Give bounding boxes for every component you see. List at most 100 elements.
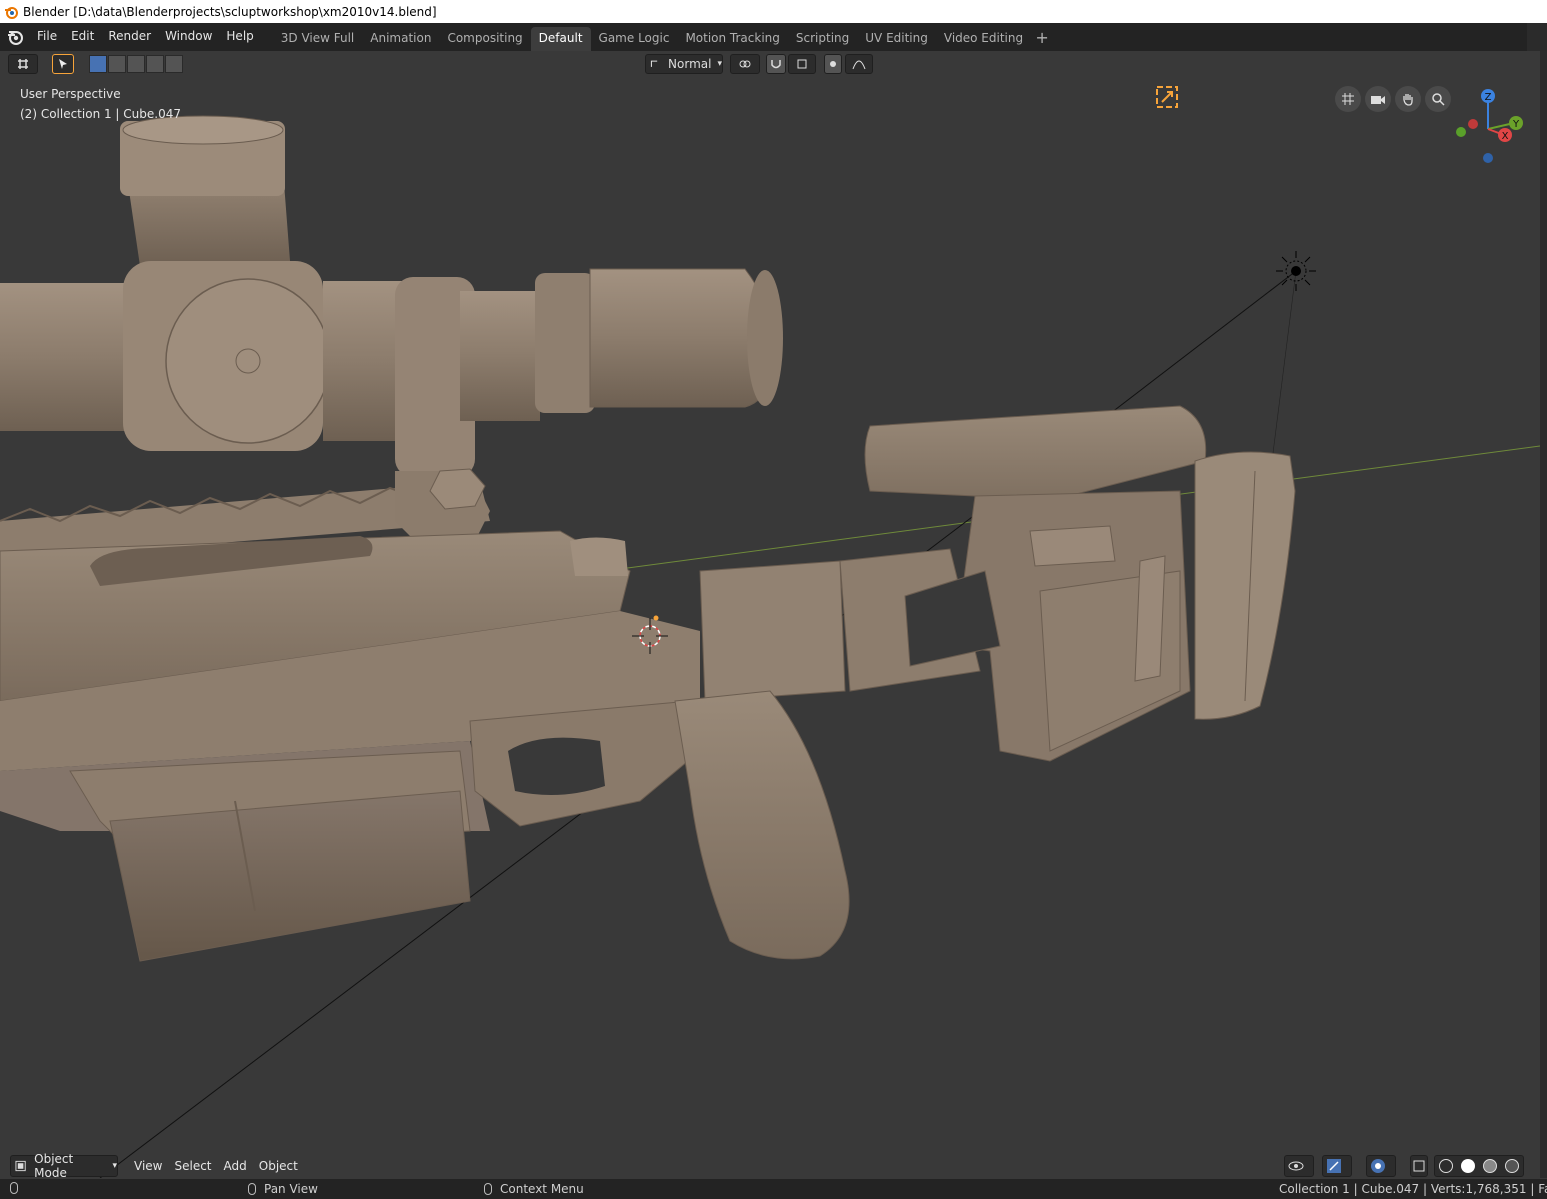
visibility-button[interactable] (1284, 1155, 1314, 1177)
menu-file[interactable]: File (30, 23, 64, 51)
tab-3d-view-full[interactable]: 3D View Full (273, 27, 363, 51)
orientation-icon (650, 60, 658, 67)
toggle-camera-icon (1156, 86, 1178, 108)
tab-scripting[interactable]: Scripting (788, 27, 857, 51)
gizmo-toggle-button[interactable] (1322, 1155, 1352, 1177)
tab-animation[interactable]: Animation (362, 27, 439, 51)
pan-hint: Pan View (248, 1182, 318, 1196)
tab-compositing[interactable]: Compositing (439, 27, 530, 51)
svg-text:X: X (1502, 131, 1509, 142)
rendered-shading-icon[interactable] (1505, 1159, 1519, 1173)
snap-target-button[interactable] (788, 54, 816, 74)
gizmo-neg-x-icon (1468, 119, 1478, 129)
magnifier-icon (1432, 93, 1445, 106)
proportional-edit-icon (830, 61, 836, 67)
tab-uv-editing[interactable]: UV Editing (857, 27, 936, 51)
material-shading-icon[interactable] (1483, 1159, 1497, 1173)
transform-orientation-dropdown[interactable]: Normal ▾ (645, 54, 723, 74)
grid-icon (1342, 93, 1354, 105)
falloff-button[interactable] (845, 54, 873, 74)
toggle-grid-view-button[interactable] (1335, 86, 1361, 112)
shading-mode-buttons (1434, 1155, 1524, 1177)
select-menu[interactable]: Select (168, 1155, 217, 1177)
svg-text:Y: Y (1512, 119, 1520, 130)
title-bar: Blender [D:\data\Blenderprojects\scluptw… (0, 0, 1547, 23)
tab-game-logic[interactable]: Game Logic (591, 27, 678, 51)
viewport-info: User Perspective (2) Collection 1 | Cube… (20, 84, 181, 124)
pivot-icon (739, 60, 751, 68)
top-bar: File Edit Render Window Help 3D View Ful… (0, 23, 1547, 51)
wireframe-shading-icon[interactable] (1439, 1159, 1453, 1173)
status-bar: Pan View Context Menu Collection 1 | Cub… (0, 1179, 1547, 1199)
snap-increment-icon (797, 59, 807, 69)
falloff-curve-icon (852, 60, 866, 70)
tab-default[interactable]: Default (530, 27, 591, 51)
xray-button[interactable] (1410, 1155, 1428, 1177)
viewport-header: Normal ▾ Z Y X (0, 51, 1540, 163)
select-mode-new-icon[interactable] (89, 55, 107, 73)
gizmo-icon (1327, 1159, 1341, 1173)
snap-toggle-button[interactable] (766, 54, 786, 74)
eye-icon (1288, 1161, 1304, 1171)
menu-edit[interactable]: Edit (64, 23, 101, 51)
orientation-label: Normal (668, 57, 712, 71)
select-mode-subtract-icon[interactable] (127, 55, 145, 73)
mouse-middle-icon (248, 1183, 256, 1195)
solid-shading-icon[interactable] (1461, 1159, 1475, 1173)
select-mode-invert-icon[interactable] (146, 55, 164, 73)
object-menu[interactable]: Object (253, 1155, 304, 1177)
blender-menu-icon[interactable] (0, 23, 30, 51)
viewport-bottom-header: Object Mode ▾ View Select Add Object (0, 1152, 1540, 1180)
select-mode-extend-icon[interactable] (108, 55, 126, 73)
tab-motion-tracking[interactable]: Motion Tracking (677, 27, 787, 51)
add-workspace-button[interactable]: + (1031, 27, 1053, 51)
scene-stats: Collection 1 | Cube.047 | Verts:1,768,35… (1279, 1182, 1547, 1196)
scope-model (0, 115, 783, 477)
magnet-icon (771, 60, 781, 69)
camera-icon (1371, 96, 1385, 104)
menu-window[interactable]: Window (158, 23, 219, 51)
menu-render[interactable]: Render (101, 23, 158, 51)
context-hint-label: Context Menu (500, 1182, 584, 1196)
add-menu[interactable]: Add (218, 1155, 253, 1177)
shading-controls (1284, 1155, 1540, 1177)
gizmo-neg-y-icon (1456, 127, 1466, 137)
object-mode-dropdown[interactable]: Object Mode ▾ (10, 1152, 118, 1180)
3d-viewport[interactable]: Normal ▾ Z Y X User Perspective (2) Coll… (0, 51, 1540, 1178)
select-hint (10, 1182, 26, 1194)
context-hint: Context Menu (484, 1182, 584, 1196)
navigation-gizmo[interactable]: Z Y X (1448, 81, 1532, 171)
sun-light (1276, 251, 1316, 291)
scene-render (0, 86, 1540, 1178)
menu-help[interactable]: Help (219, 23, 260, 51)
chevron-down-icon: ▾ (717, 59, 722, 69)
object-mode-icon (15, 1160, 26, 1172)
camera-view-button[interactable] (1365, 86, 1391, 112)
overlays-button[interactable] (1366, 1155, 1396, 1177)
window-title: Blender [D:\data\Blenderprojects\scluptw… (23, 4, 437, 19)
view-name: User Perspective (20, 87, 121, 101)
pivot-point-button[interactable] (730, 54, 760, 74)
select-mode-intersect-icon[interactable] (165, 55, 183, 73)
scene-selector-icon[interactable] (1527, 23, 1547, 51)
hand-icon (1403, 94, 1413, 106)
tab-video-editing[interactable]: Video Editing (936, 27, 1031, 51)
pan-hint-label: Pan View (264, 1182, 318, 1196)
blender-logo-icon (5, 6, 18, 19)
object-origin (653, 615, 659, 621)
proportional-edit-button[interactable] (824, 54, 842, 74)
workspace-tabs: 3D View Full Animation Compositing Defau… (273, 23, 1053, 51)
viewport-side-strip[interactable] (1540, 51, 1547, 1178)
overlay-icon (1371, 1159, 1385, 1173)
cursor-arrow-icon (59, 59, 67, 69)
editor-type-button[interactable] (8, 54, 38, 74)
pan-view-button[interactable] (1395, 86, 1421, 112)
chevron-down-icon: ▾ (112, 1161, 117, 1171)
editor-type-icon (18, 59, 28, 69)
svg-text:Z: Z (1485, 92, 1492, 103)
rifle-body-model (0, 530, 981, 962)
view-menu[interactable]: View (128, 1155, 168, 1177)
select-tool-button[interactable] (52, 54, 74, 74)
xray-icon (1413, 1160, 1425, 1172)
mouse-right-icon (484, 1183, 492, 1195)
